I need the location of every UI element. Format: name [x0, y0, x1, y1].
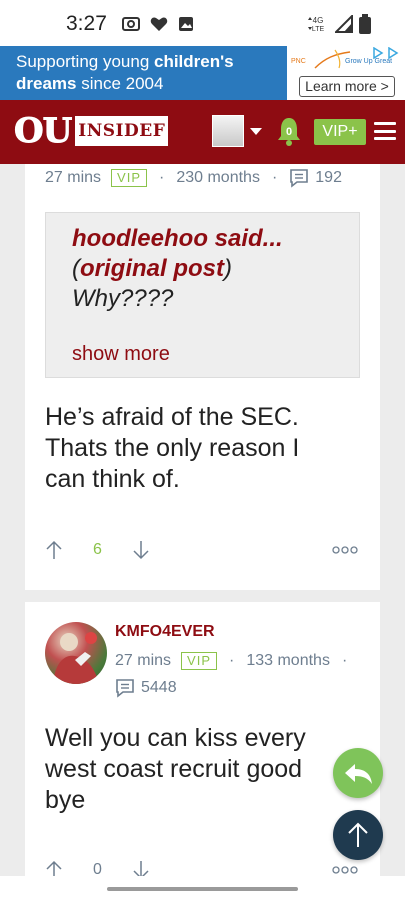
member-duration: 133 months [246, 652, 330, 669]
ad-cta-area: PNC Grow Up Great Learn more > [287, 46, 405, 100]
quoted-post: hoodleehoo said... (original post) Why??… [45, 212, 360, 378]
post-time: 27 mins [45, 169, 102, 186]
original-post-link[interactable]: original post [80, 255, 224, 282]
comment-count-icon [290, 169, 309, 188]
vote-count: 6 [93, 541, 102, 558]
show-more-link[interactable]: show more [72, 343, 170, 366]
status-notification-icons [122, 16, 194, 32]
ad-text: Supporting young children's dreams since… [16, 52, 234, 93]
vote-controls: 6 [45, 540, 150, 560]
adchoices-icon[interactable] [372, 47, 402, 59]
more-options-icon[interactable] [332, 865, 358, 875]
upvote-arrow-icon[interactable] [45, 540, 63, 560]
reply-button[interactable] [333, 748, 383, 798]
status-bar: 3:27 4G LTE [0, 0, 405, 46]
quote-original-post: (original post) [72, 255, 232, 282]
member-duration: 230 months [176, 169, 260, 186]
username[interactable]: KMFO4EVER [115, 623, 215, 641]
downvote-arrow-icon[interactable] [132, 540, 150, 560]
separator-dot: · [341, 652, 348, 669]
status-time: 3:27 [66, 12, 107, 35]
ad-learn-more-button[interactable]: Learn more > [299, 76, 395, 97]
post-card: 27 mins VIP · 230 months · 192 hoodleeho… [25, 164, 380, 590]
user-avatar[interactable] [212, 115, 244, 147]
comment-count: 192 [315, 169, 342, 186]
post-body: Well you can kiss every west coast recru… [45, 724, 306, 814]
post-body: He’s afraid of the SEC. Thats the only r… [45, 403, 300, 493]
battery-icon [359, 14, 371, 34]
post-meta: 27 mins VIP · 230 months · 192 [45, 168, 342, 188]
network-lte-icon: 4GLTE [308, 16, 325, 33]
comment-count-icon [116, 679, 134, 698]
arrow-up-icon [348, 822, 368, 847]
menu-icon[interactable] [374, 122, 396, 140]
comment-count: 5448 [141, 679, 177, 696]
post-comment-meta: 5448 [115, 678, 177, 698]
vip-badge: VIP [181, 652, 217, 670]
svg-text:4G: 4G [313, 16, 324, 25]
cast-icon [122, 17, 140, 31]
post-time: 27 mins [115, 652, 172, 669]
svg-text:LTE: LTE [312, 26, 325, 33]
avatar[interactable] [45, 622, 107, 684]
ad-banner[interactable]: Supporting young children's dreams since… [0, 46, 405, 100]
ad-swoosh-graphic [314, 49, 351, 69]
quote-text: Why???? [72, 285, 174, 312]
status-system-icons: 4G LTE [307, 14, 371, 34]
chevron-down-icon[interactable] [250, 128, 262, 135]
system-nav-bar [0, 876, 405, 900]
reply-arrow-icon [345, 764, 372, 784]
home-gesture-pill[interactable] [107, 887, 298, 891]
quote-author[interactable]: hoodleehoo said... [72, 225, 283, 253]
site-logo[interactable]: OU INSIDEF [13, 111, 169, 152]
post-card: KMFO4EVER 27 mins VIP · 133 months · 544… [25, 602, 380, 900]
notification-bell-icon[interactable]: 0 [276, 116, 302, 146]
signal-icon [335, 15, 353, 33]
scroll-to-top-button[interactable] [333, 810, 383, 860]
post-meta: 27 mins VIP · 133 months · [115, 652, 359, 670]
notification-count: 0 [286, 126, 292, 138]
more-options-icon[interactable] [332, 545, 358, 555]
separator-dot: · [229, 652, 235, 669]
separator-dot: · [159, 169, 165, 186]
site-header: OU INSIDEF 0 VIP+ [0, 100, 405, 164]
vip-badge: VIP [111, 169, 147, 187]
vip-plus-button[interactable]: VIP+ [314, 119, 366, 145]
heart-icon [150, 17, 168, 31]
image-icon [179, 17, 193, 31]
separator-dot: · [271, 169, 278, 186]
